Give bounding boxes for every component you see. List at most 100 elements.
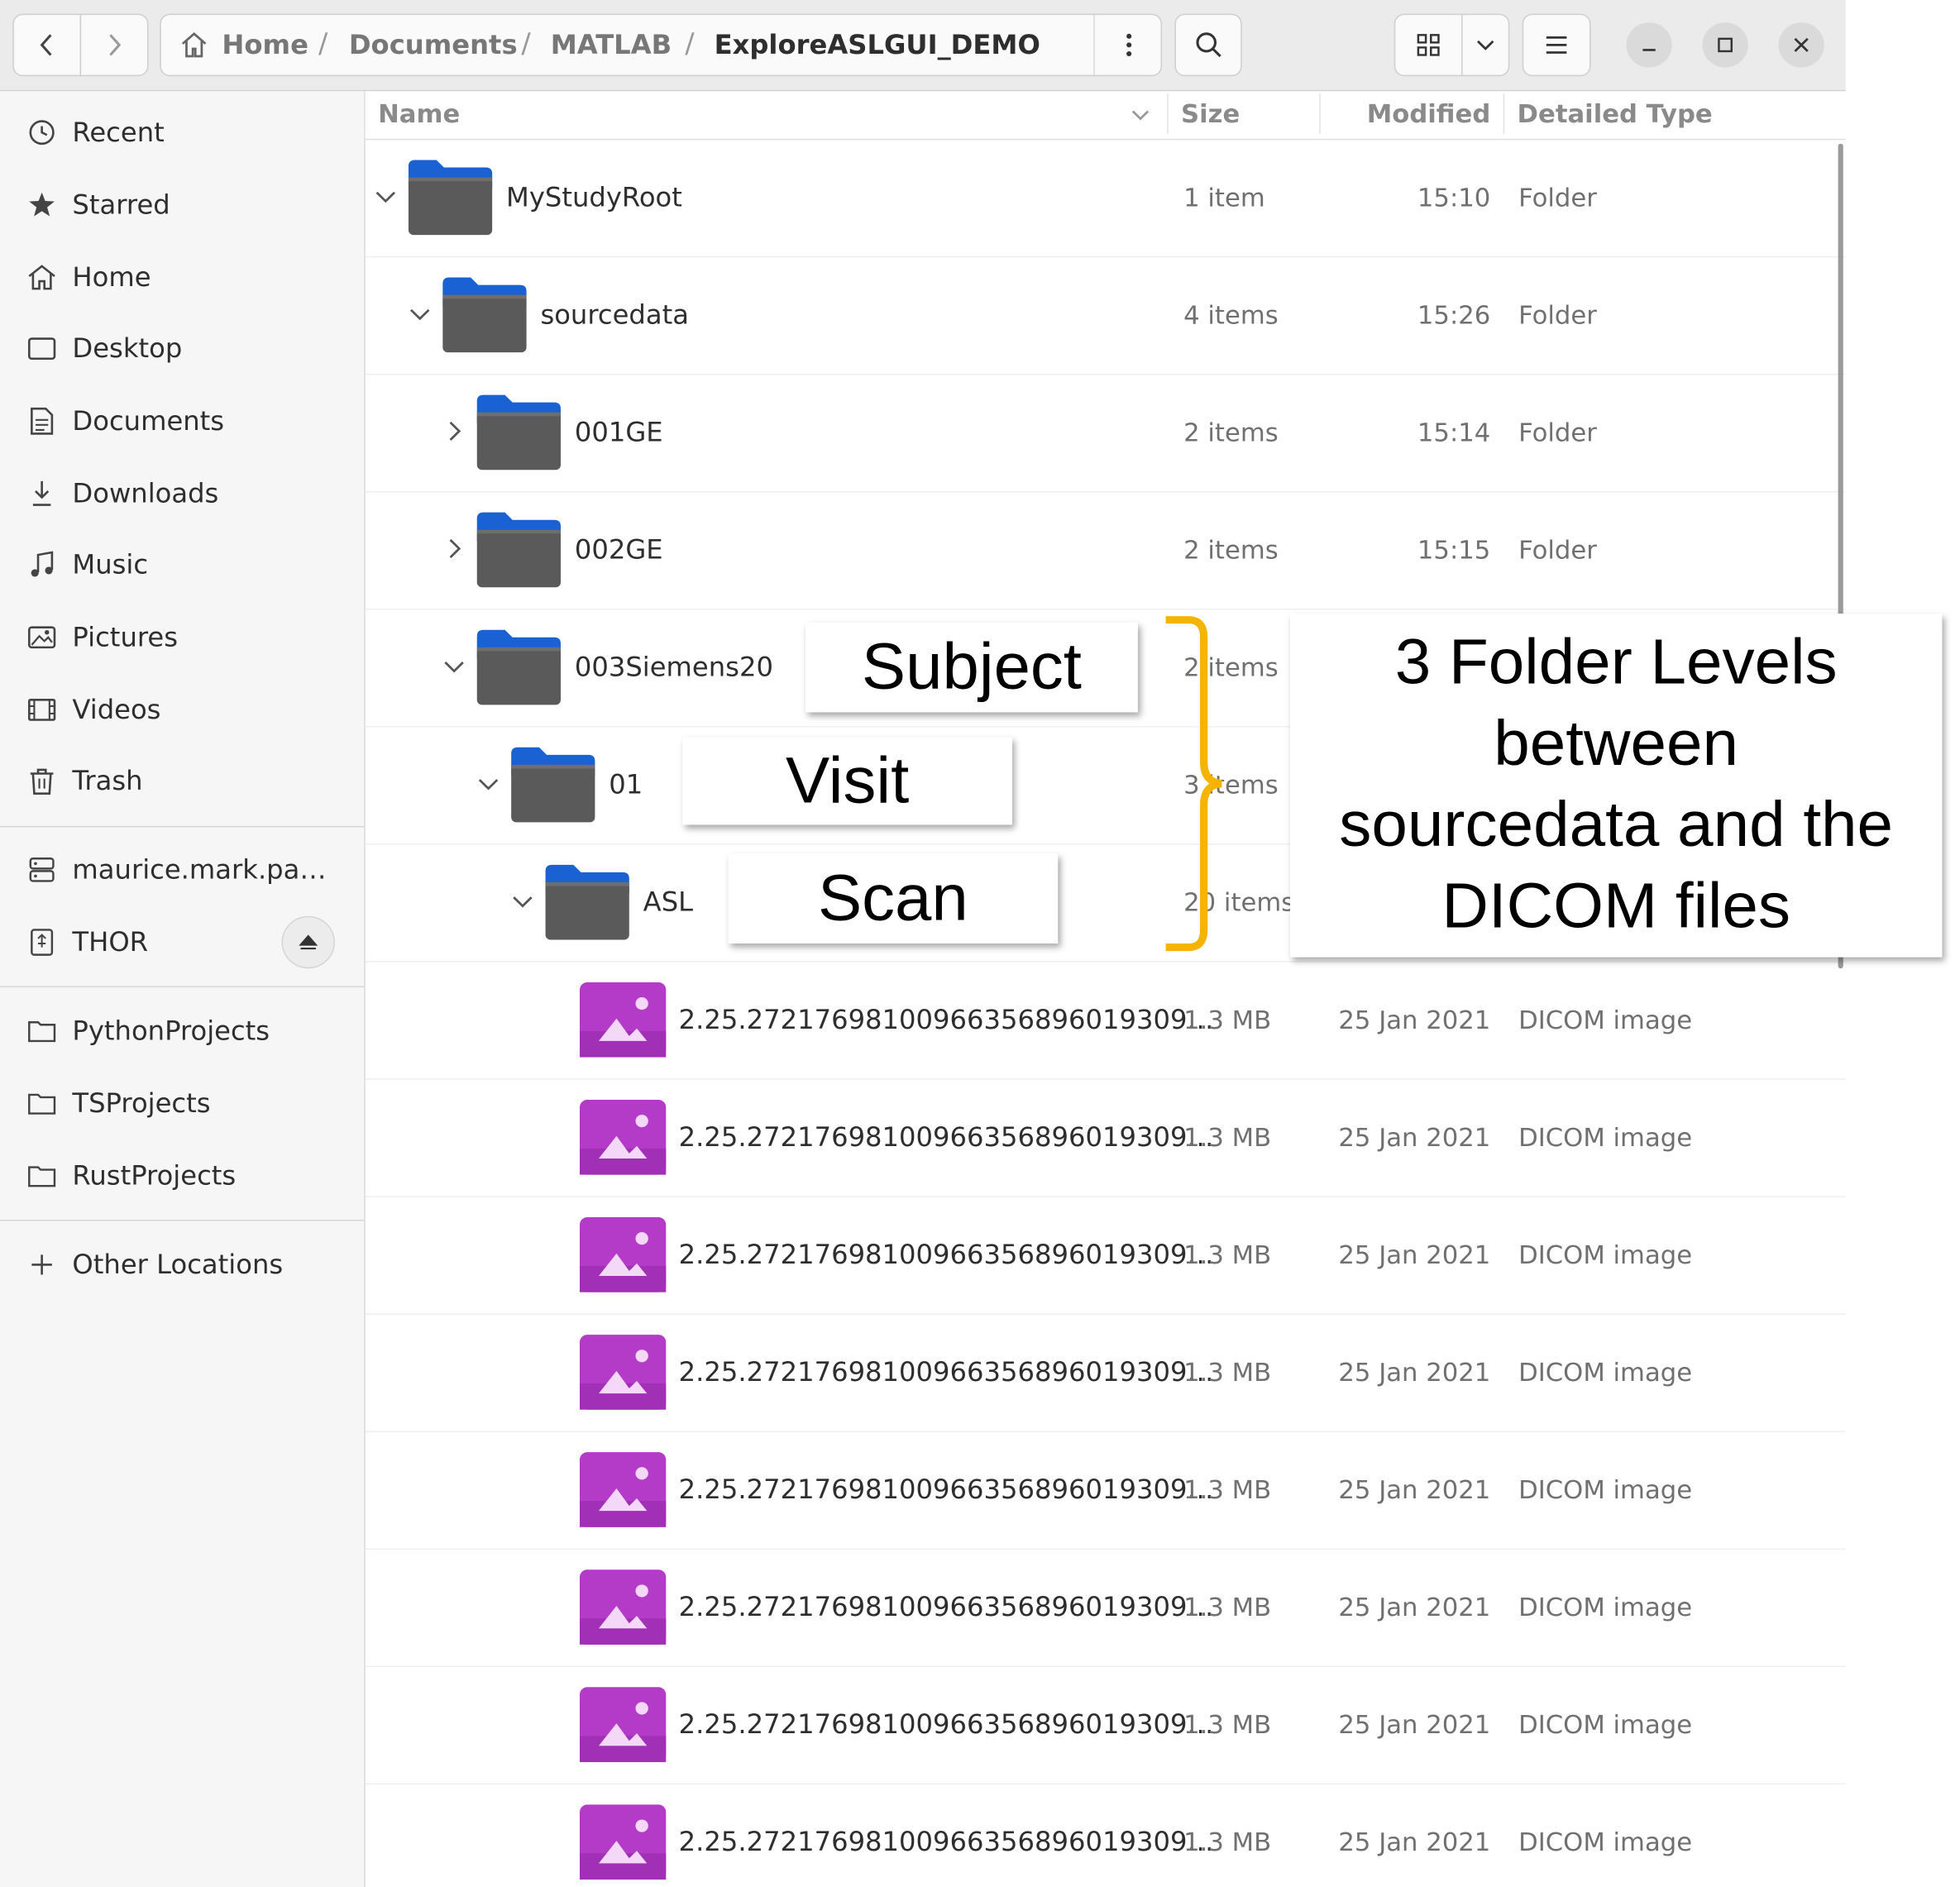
- view-grid-button[interactable]: [1394, 13, 1463, 77]
- sidebar-item-bookmark-tsprojects[interactable]: TSProjects: [0, 1072, 364, 1135]
- row-name: 003Siemens20: [574, 652, 773, 683]
- expander-chevron-down-icon[interactable]: [506, 885, 539, 917]
- row-type: Folder: [1518, 417, 1597, 448]
- forward-button[interactable]: [79, 13, 149, 77]
- column-header-modified[interactable]: Modified: [1367, 91, 1491, 136]
- row-modified: 15:14: [1417, 417, 1491, 448]
- expander-chevron-down-icon[interactable]: [404, 298, 437, 330]
- server-drive-icon: [29, 858, 55, 882]
- row-modified: 25 Jan 2021: [1338, 1827, 1491, 1857]
- file-row[interactable]: 2.25.27217698100966356896019309… 1.3 MB 25…: [365, 1666, 1846, 1785]
- sidebar-item-videos[interactable]: Videos: [0, 679, 364, 742]
- sidebar-item-desktop[interactable]: Desktop: [0, 318, 364, 380]
- row-modified: 25 Jan 2021: [1338, 1122, 1491, 1153]
- breadcrumb-home[interactable]: Home: [222, 15, 308, 75]
- sidebar-item-downloads[interactable]: Downloads: [0, 462, 364, 525]
- sidebar-item-bookmark-rustprojects[interactable]: RustProjects: [0, 1144, 364, 1207]
- path-menu-button[interactable]: [1093, 15, 1162, 75]
- row-name: ASL: [643, 887, 694, 918]
- sidebar-divider: [0, 986, 365, 987]
- folder-row[interactable]: MyStudyRoot 1 item 15:10 Folder: [365, 139, 1846, 258]
- expander-chevron-down-icon[interactable]: [369, 180, 402, 213]
- file-row[interactable]: 2.25.27217698100966356896019309… 1.3 MB 25…: [365, 1078, 1846, 1197]
- sidebar-item-home[interactable]: Home: [0, 246, 364, 309]
- sort-chevron-down-icon[interactable]: [1129, 103, 1152, 126]
- breadcrumb-separator: /: [318, 28, 328, 60]
- scan-label: Scan: [817, 862, 968, 935]
- sidebar-item-trash[interactable]: Trash: [0, 750, 364, 813]
- close-icon: [1794, 37, 1809, 52]
- row-name: MyStudyRoot: [506, 182, 682, 213]
- folder-outline-icon: [28, 1166, 56, 1187]
- column-header-name[interactable]: Name: [378, 91, 460, 136]
- download-icon: [32, 480, 51, 506]
- folder-row[interactable]: 001GE 2 items 15:14 Folder: [365, 374, 1846, 493]
- folder-outline-icon: [28, 1021, 56, 1043]
- file-row[interactable]: 2.25.27217698100966356896019309… 1.3 MB 25…: [365, 961, 1846, 1080]
- sidebar-item-label: Pictures: [72, 622, 179, 652]
- clock-history-icon: [29, 120, 55, 146]
- row-name: 2.25.27217698100966356896019309…: [678, 1709, 1214, 1740]
- dicom-image-icon: [579, 1099, 667, 1175]
- file-row[interactable]: 2.25.27217698100966356896019309… 1.3 MB 25…: [365, 1313, 1846, 1432]
- sidebar-item-label: maurice.mark.pa…: [72, 854, 327, 886]
- home-icon: [181, 31, 207, 58]
- expander-chevron-right-icon[interactable]: [437, 415, 471, 447]
- sidebar-item-starred[interactable]: Starred: [0, 174, 364, 236]
- row-size: 2 items: [1183, 534, 1279, 566]
- eject-button[interactable]: [281, 915, 335, 969]
- column-header-size[interactable]: Size: [1181, 91, 1240, 136]
- expander-chevron-down-icon[interactable]: [437, 650, 471, 682]
- sidebar-item-label: RustProjects: [72, 1160, 237, 1192]
- row-name: 2.25.27217698100966356896019309…: [678, 1827, 1214, 1857]
- sidebar-item-other-locations[interactable]: Other Locations: [0, 1234, 364, 1297]
- maximize-icon: [1718, 37, 1733, 53]
- close-button[interactable]: [1778, 22, 1824, 68]
- breadcrumb-documents[interactable]: Documents: [349, 15, 518, 75]
- column-header: Name Size Modified Detailed Type: [365, 91, 1846, 141]
- sidebar: Recent Starred Home Desktop Documents Do…: [0, 91, 366, 1887]
- callout-line: DICOM files: [1441, 869, 1790, 942]
- sidebar-item-pictures[interactable]: Pictures: [0, 606, 364, 669]
- view-options-dropdown[interactable]: [1461, 13, 1510, 77]
- usb-drive-icon: [31, 929, 54, 956]
- file-row[interactable]: 2.25.27217698100966356896019309… 1.3 MB 25…: [365, 1549, 1846, 1668]
- sidebar-item-network-drive[interactable]: maurice.mark.pa…: [0, 838, 364, 901]
- folder-row[interactable]: 002GE 2 items 15:15 Folder: [365, 491, 1846, 610]
- row-modified: 25 Jan 2021: [1338, 1709, 1491, 1740]
- expander-chevron-down-icon[interactable]: [472, 767, 505, 800]
- search-button[interactable]: [1174, 13, 1242, 77]
- dicom-image-icon: [579, 1687, 667, 1762]
- scan-callout: Scan: [728, 853, 1059, 944]
- breadcrumb-matlab[interactable]: MATLAB: [551, 15, 672, 75]
- sidebar-item-recent[interactable]: Recent: [0, 101, 364, 164]
- minimize-button[interactable]: [1626, 22, 1672, 68]
- column-separator: [1167, 93, 1169, 134]
- back-button[interactable]: [12, 13, 82, 77]
- folder-row[interactable]: sourcedata 4 items 15:26 Folder: [365, 256, 1846, 375]
- column-header-detailed-type[interactable]: Detailed Type: [1518, 91, 1713, 136]
- sidebar-item-bookmark-pythonprojects[interactable]: PythonProjects: [0, 1000, 364, 1063]
- more-vertical-icon: [1126, 33, 1131, 57]
- row-name: 01: [609, 769, 643, 800]
- breadcrumb-current-folder[interactable]: ExploreASLGUI_DEMO: [715, 15, 1040, 75]
- row-type: Folder: [1518, 534, 1597, 566]
- plus-icon: [31, 1254, 52, 1275]
- file-row[interactable]: 2.25.27217698100966356896019309… 1.3 MB 25…: [365, 1196, 1846, 1315]
- file-row[interactable]: 2.25.27217698100966356896019309… 1.3 MB 25…: [365, 1431, 1846, 1550]
- sidebar-item-thor[interactable]: THOR: [0, 911, 364, 974]
- row-size: 1.3 MB: [1183, 1122, 1272, 1153]
- sidebar-item-documents[interactable]: Documents: [0, 390, 364, 453]
- maximize-button[interactable]: [1702, 22, 1748, 68]
- row-size: 4 items: [1183, 299, 1279, 330]
- sidebar-item-label: TSProjects: [72, 1088, 211, 1119]
- file-row[interactable]: 2.25.27217698100966356896019309… 1.3 MB 25…: [366, 1784, 1846, 1887]
- sidebar-item-music[interactable]: Music: [0, 533, 364, 596]
- row-type: DICOM image: [1518, 1122, 1693, 1153]
- row-name: 002GE: [574, 534, 663, 566]
- expander-chevron-right-icon[interactable]: [437, 533, 471, 565]
- breadcrumb-separator: /: [521, 28, 531, 60]
- row-name: sourcedata: [540, 299, 689, 330]
- breadcrumb-separator: /: [685, 28, 695, 60]
- main-menu-button[interactable]: [1522, 13, 1591, 77]
